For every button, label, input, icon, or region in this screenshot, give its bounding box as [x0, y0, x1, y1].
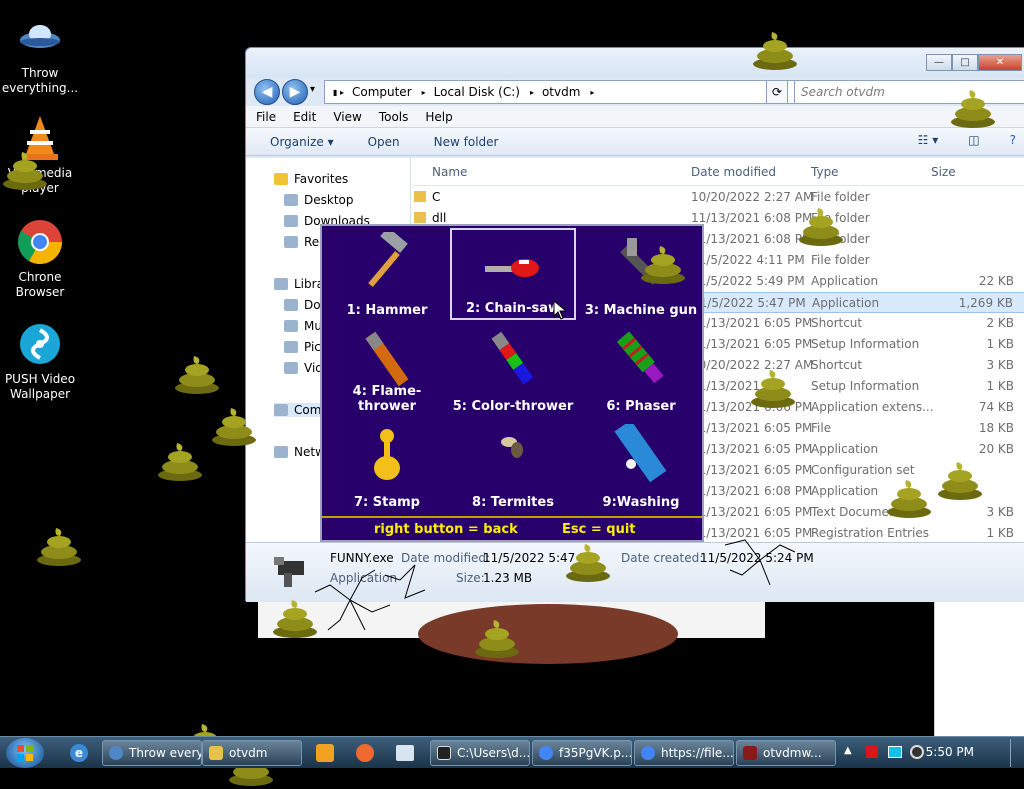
poop-icon	[748, 364, 798, 408]
window-icon[interactable]	[396, 745, 414, 761]
poop-icon	[935, 456, 985, 500]
poop-icon	[209, 402, 259, 446]
taskbar-7zip[interactable]: C:\Users\d...	[430, 740, 530, 766]
taskbar-throw-everything[interactable]: Throw everything	[102, 740, 202, 766]
ufo-icon	[109, 746, 123, 760]
clock[interactable]: 5:50 PM	[926, 745, 974, 759]
action-center-flag-icon[interactable]	[866, 746, 878, 758]
tray-expand-icon[interactable]: ▲	[844, 745, 852, 756]
7zip-icon	[437, 746, 451, 760]
poop-icon	[948, 84, 998, 128]
media-player-icon[interactable]	[316, 744, 334, 762]
show-desktop-button[interactable]	[1010, 739, 1024, 767]
taskbar: e Throw everything otvdm C:\Users\d... f…	[0, 736, 1024, 768]
folder-icon	[209, 746, 223, 760]
app-icon	[743, 746, 757, 760]
poop-icon	[34, 522, 84, 566]
paint-icon[interactable]	[356, 744, 374, 762]
start-button[interactable]	[6, 738, 44, 768]
taskbar-otvdm-explorer[interactable]: otvdm	[202, 740, 302, 766]
chrome-icon	[641, 746, 655, 760]
poop-icon	[638, 240, 688, 284]
taskbar-chrome-1[interactable]: f35PgVK.p...	[532, 740, 632, 766]
poop-icon	[172, 350, 222, 394]
poop-icon	[563, 538, 613, 582]
chrome-icon	[539, 746, 553, 760]
poop-icon	[270, 594, 320, 638]
poop-icon	[796, 202, 846, 246]
windows-logo-icon	[17, 745, 33, 761]
display-icon[interactable]	[888, 746, 902, 758]
poop-icon	[155, 437, 205, 481]
ie-icon[interactable]: e	[70, 744, 88, 762]
taskbar-otvdmw[interactable]: otvdmw...	[736, 740, 836, 766]
poop-icon	[472, 614, 522, 658]
system-tray: ▲ 5:50 PM	[834, 737, 1024, 769]
poop-icon	[0, 146, 50, 190]
poop-icon	[884, 474, 934, 518]
record-icon[interactable]	[910, 745, 924, 759]
taskbar-chrome-2[interactable]: https://file...	[634, 740, 734, 766]
poop-icon	[750, 26, 800, 70]
